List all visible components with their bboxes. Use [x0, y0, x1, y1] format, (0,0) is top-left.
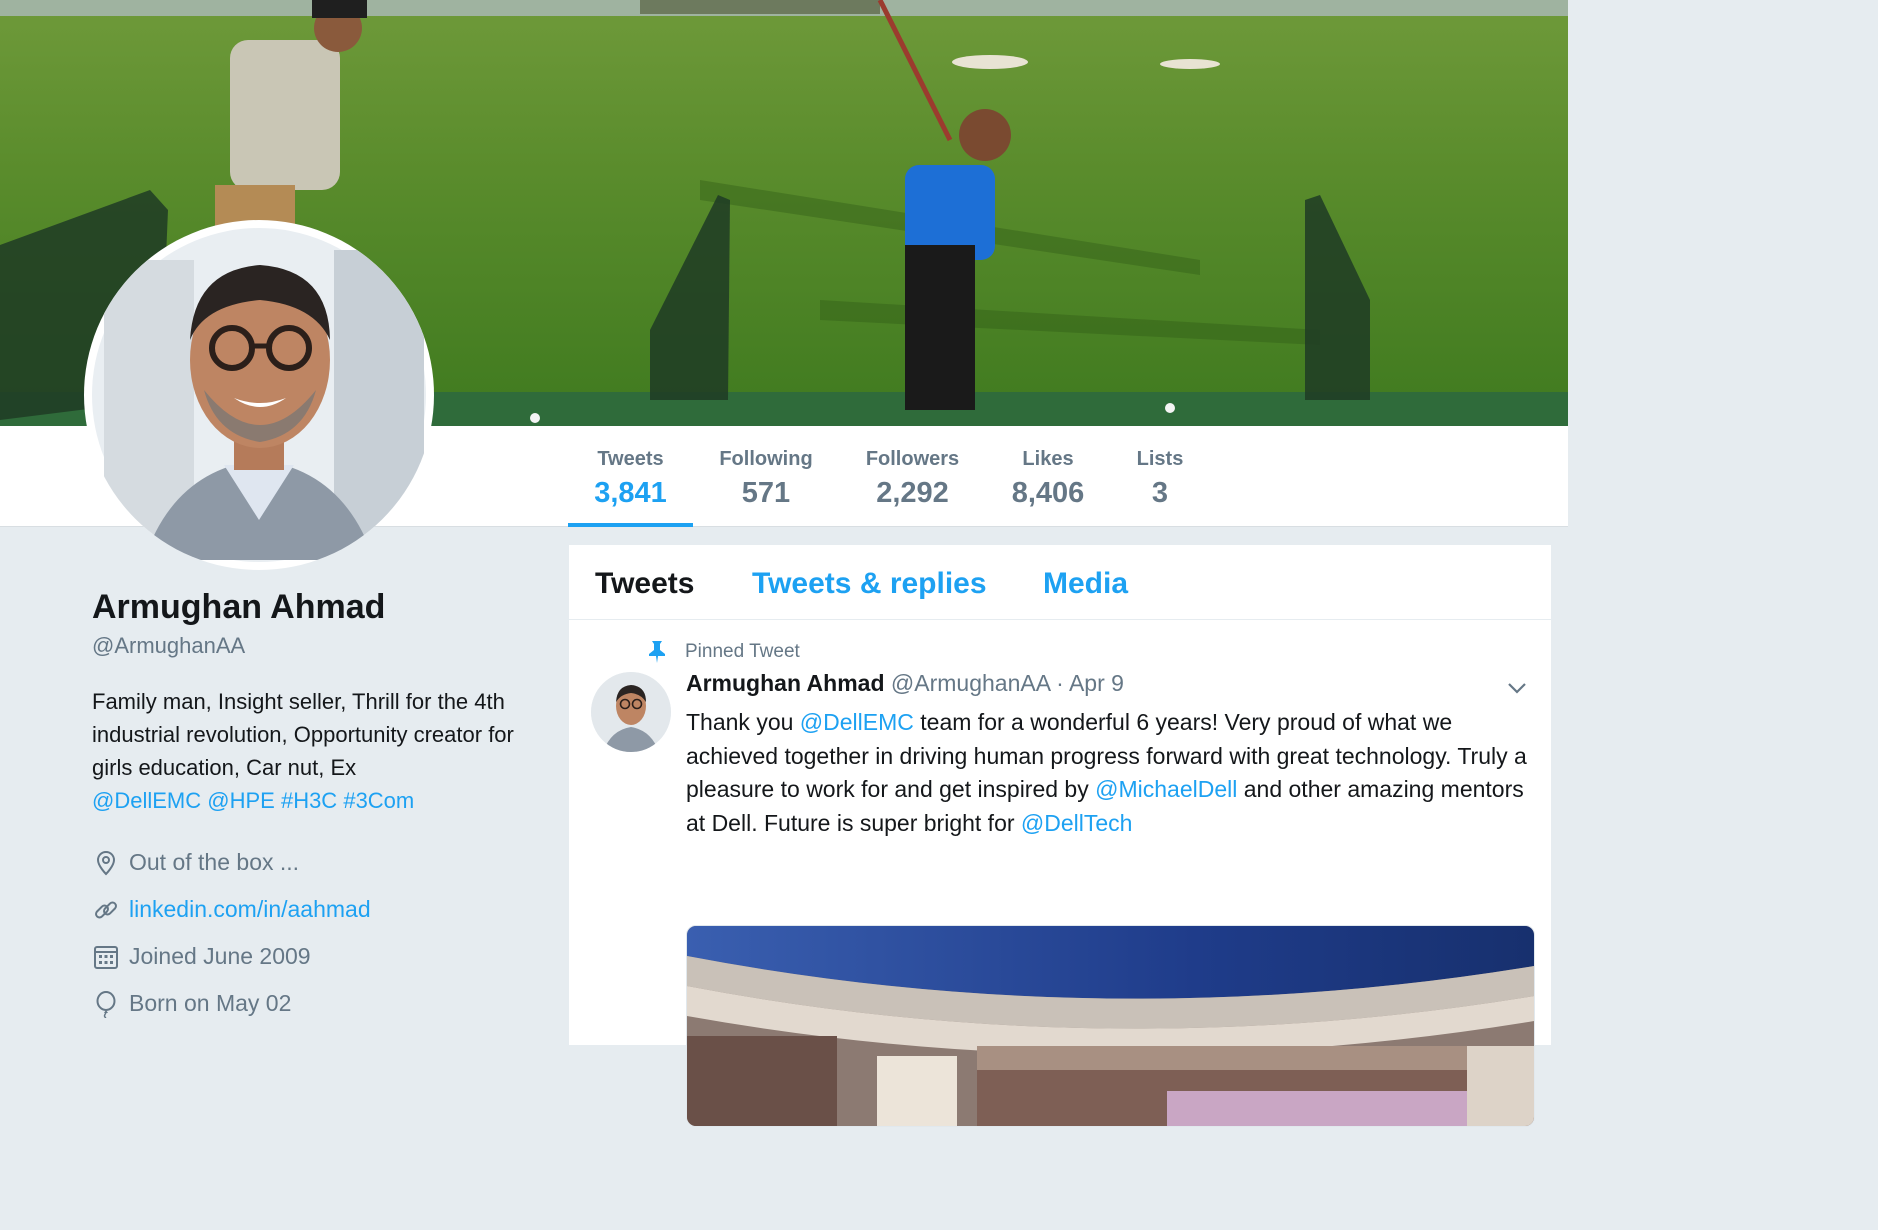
joined-text: Joined June 2009	[129, 943, 311, 969]
birthday-row: Born on May 02	[92, 980, 532, 1027]
bio-link-dellemc[interactable]: @DellEMC	[92, 788, 201, 813]
tweet-author-handle[interactable]: @ArmughanAA	[891, 670, 1050, 696]
bio-link-3com[interactable]: #3Com	[343, 788, 414, 813]
mention-dellemc[interactable]: @DellEMC	[800, 709, 914, 735]
stat-label: Lists	[1136, 448, 1184, 470]
profile-bio: Family man, Insight seller, Thrill for t…	[92, 685, 532, 817]
stat-label: Likes	[1022, 448, 1074, 470]
website-row: linkedin.com/in/aahmad	[92, 886, 532, 933]
location-row: Out of the box ...	[92, 839, 532, 886]
tweet-date[interactable]: · Apr 9	[1056, 670, 1124, 696]
location-pin-icon	[92, 849, 120, 877]
bio-link-hpe[interactable]: @HPE	[207, 788, 275, 813]
balloon-icon	[92, 990, 120, 1018]
stat-label: Tweets	[597, 448, 664, 470]
tweet-author-name[interactable]: Armughan Ahmad	[686, 670, 885, 696]
tweet-text: Thank you @DellEMC team for a wonderful …	[686, 706, 1536, 840]
tweet-text-part: Thank you	[686, 709, 800, 735]
timeline: Tweets Tweets & replies Media Pinned Twe…	[569, 545, 1551, 1127]
stat-followers[interactable]: Followers 2,292	[855, 426, 970, 526]
chevron-down-icon[interactable]	[1505, 676, 1529, 700]
stat-value: 2,292	[876, 477, 949, 509]
calendar-icon	[92, 943, 120, 971]
stat-value: 3	[1151, 477, 1169, 509]
profile-handle[interactable]: @ArmughanAA	[92, 633, 532, 659]
pinned-label: Pinned Tweet	[685, 641, 800, 662]
tweet-author-avatar[interactable]	[591, 672, 671, 752]
stat-lists[interactable]: Lists 3	[1125, 426, 1195, 526]
tab-tweets[interactable]: Tweets	[595, 567, 694, 601]
stat-label: Followers	[865, 448, 960, 470]
location-text: Out of the box ...	[129, 849, 300, 875]
stat-label: Following	[719, 448, 813, 470]
pinned-label-row: Pinned Tweet	[647, 640, 800, 664]
tweet-media-photo[interactable]	[686, 925, 1535, 1127]
mention-delltech[interactable]: @DellTech	[1021, 810, 1133, 836]
profile-meta: Out of the box ... linkedin.com/in/aahma…	[92, 839, 532, 1027]
tab-tweets-and-replies[interactable]: Tweets & replies	[752, 567, 987, 601]
stat-value: 3,841	[594, 477, 667, 509]
stat-following[interactable]: Following 571	[710, 426, 822, 526]
bio-text: Family man, Insight seller, Thrill for t…	[92, 689, 514, 780]
bio-link-h3c[interactable]: #H3C	[281, 788, 337, 813]
profile-card: Armughan Ahmad @ArmughanAA Family man, I…	[92, 585, 532, 1027]
profile-avatar[interactable]	[84, 220, 434, 570]
birthday-text: Born on May 02	[129, 990, 292, 1016]
stat-tweets[interactable]: Tweets 3,841	[568, 426, 693, 527]
stat-value: 8,406	[1011, 477, 1085, 509]
mention-michaeldell[interactable]: @MichaelDell	[1095, 776, 1237, 802]
website-link[interactable]: linkedin.com/in/aahmad	[129, 896, 371, 923]
profile-name[interactable]: Armughan Ahmad	[92, 585, 532, 629]
tab-media[interactable]: Media	[1043, 567, 1128, 601]
tweet-header: Armughan Ahmad @ArmughanAA · Apr 9	[686, 670, 1124, 697]
timeline-tabs: Tweets Tweets & replies Media	[569, 545, 1551, 620]
stat-value: 571	[741, 477, 791, 509]
link-icon	[92, 896, 120, 924]
joined-row: Joined June 2009	[92, 933, 532, 980]
pin-icon	[649, 641, 665, 663]
stat-likes[interactable]: Likes 8,406	[1000, 426, 1096, 526]
